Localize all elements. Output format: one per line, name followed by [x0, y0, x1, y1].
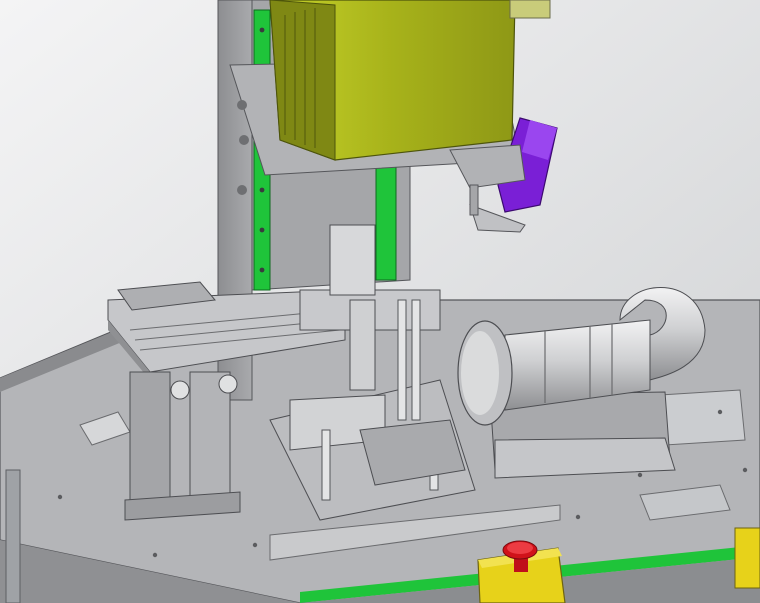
- cad-viewport: [0, 0, 760, 603]
- cad-scene: [0, 0, 760, 603]
- spindle-motor: [269, 0, 551, 161]
